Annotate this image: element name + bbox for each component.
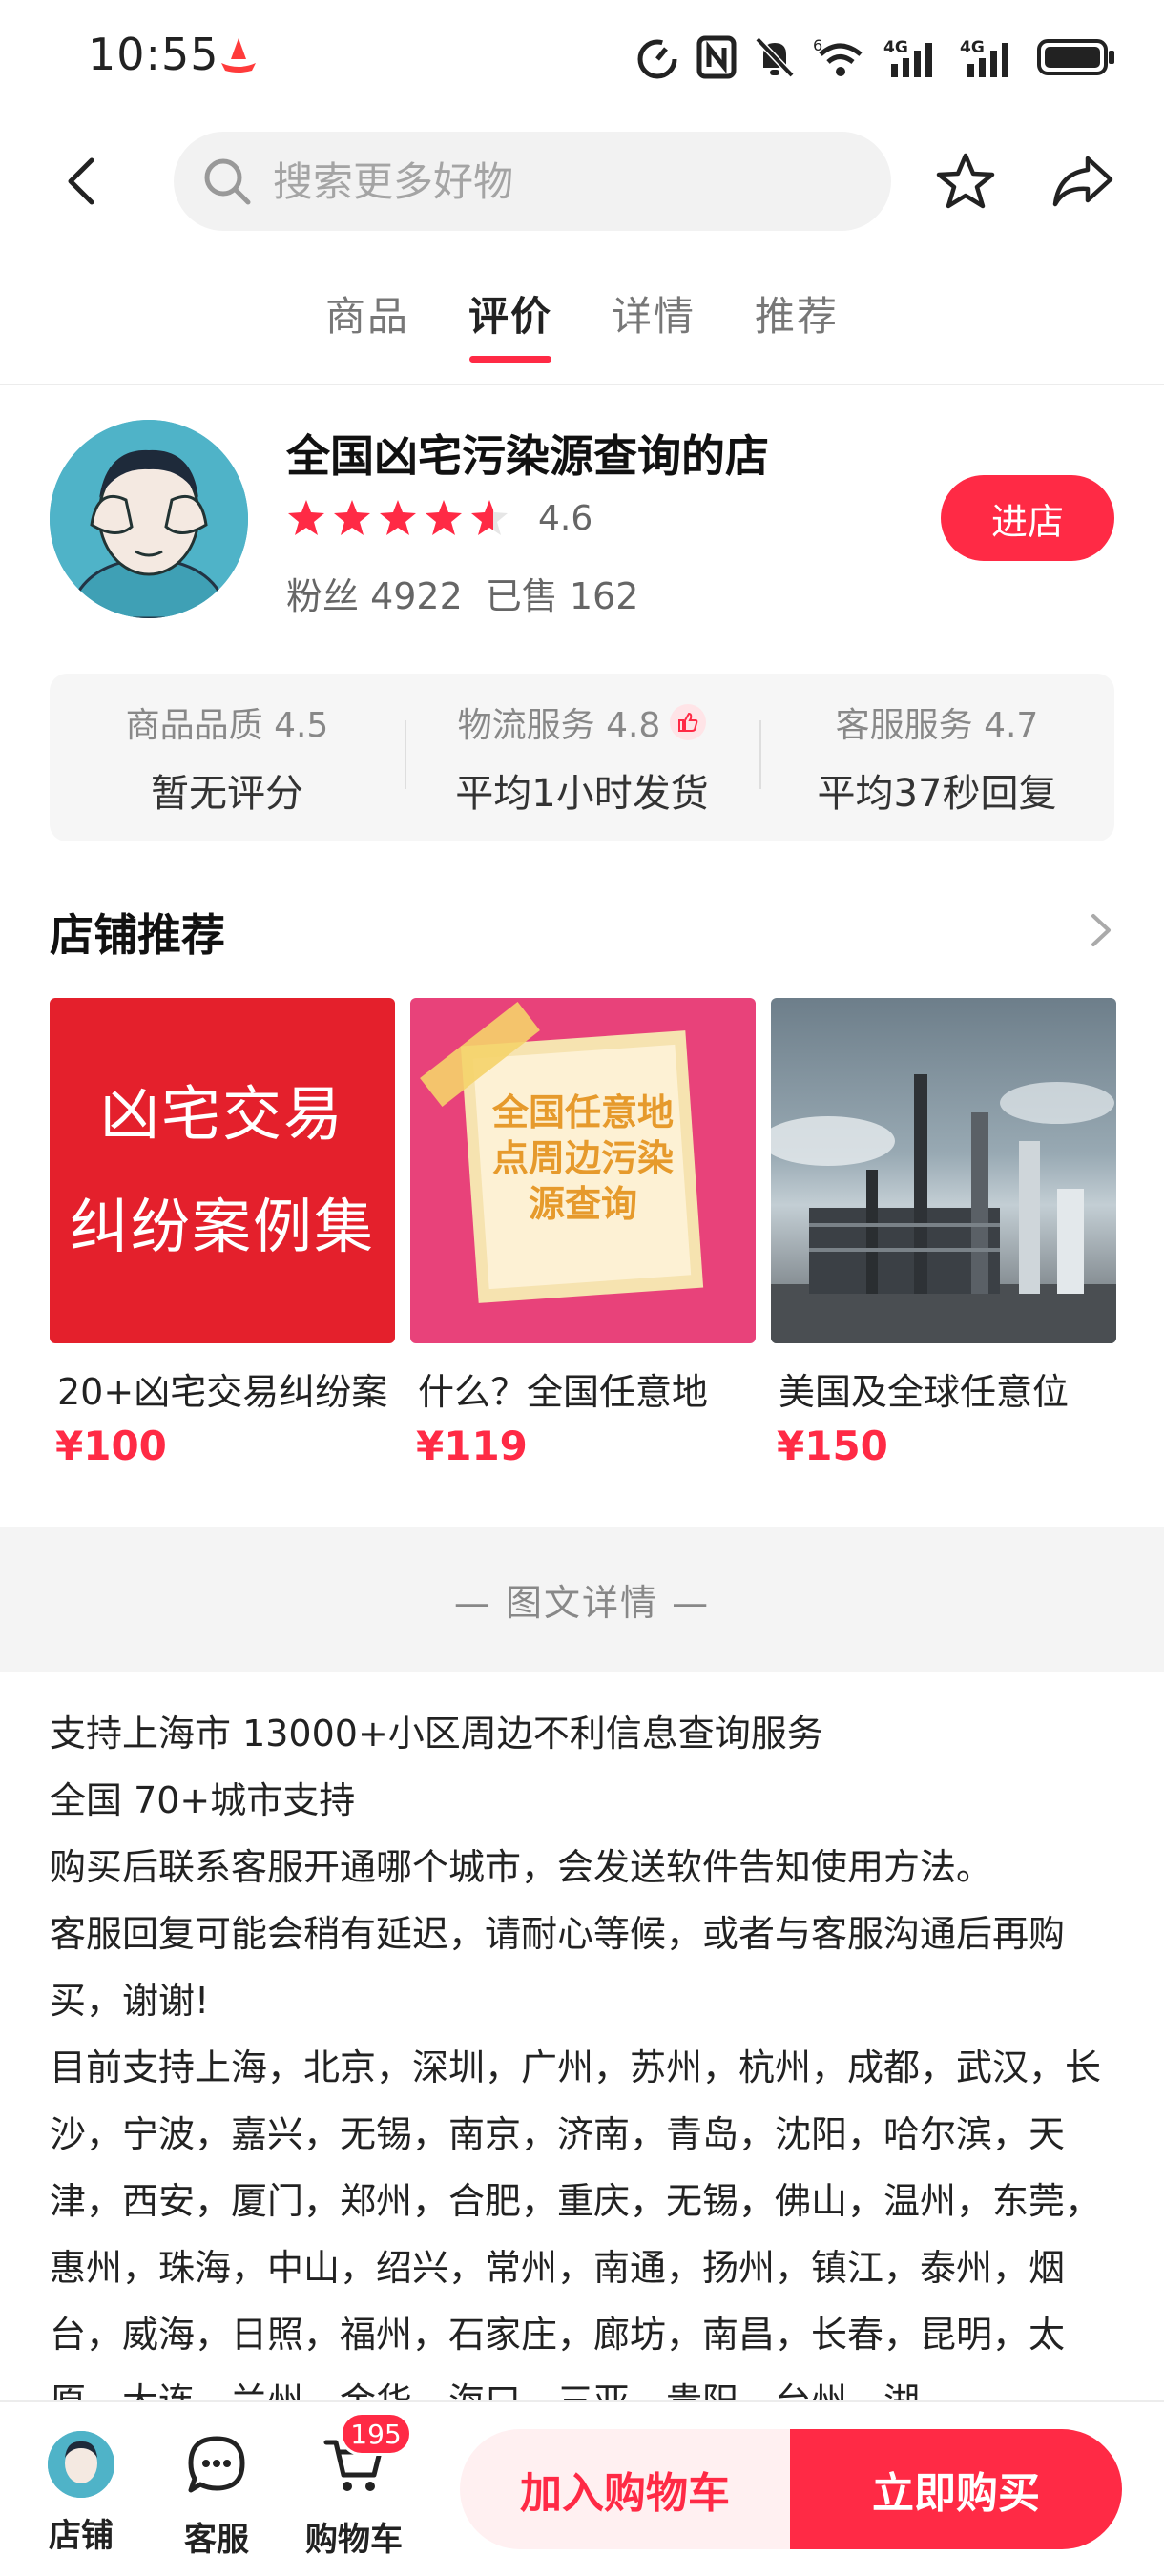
shop-stats: 粉丝 4922 已售 162: [286, 567, 638, 619]
nav-cart[interactable]: 195 购物车: [301, 2412, 412, 2560]
star-icon[interactable]: [935, 151, 996, 212]
score-quality-label: 商品品质 4.5: [125, 706, 329, 745]
detail-paragraph: 支持上海市 13000+小区周边不利信息查询服务: [50, 1713, 823, 1755]
speedometer-icon: [637, 39, 677, 79]
status-time: 10:55: [88, 29, 219, 80]
score-service-desc: 平均37秒回复: [817, 772, 1057, 816]
score-logistics-desc: 平均1小时发货: [455, 772, 709, 816]
recommend-item-2[interactable]: 全国任意地 点周边污染 源查询 什么？全国任意地 ¥119: [410, 998, 756, 1469]
product-name: 20+凶宅交易纠纷案: [57, 1371, 388, 1413]
shop-avatar-icon: [48, 2431, 114, 2498]
bottom-action-bar: 店铺 客服 195 购物车 加入购物车 立即购买: [0, 2400, 1164, 2576]
signal-label-2: 4G: [960, 38, 985, 57]
cell-signal-icon-2: 4G: [960, 38, 1008, 77]
recommend-item-3[interactable]: 美国及全球任意位 ¥150: [771, 998, 1116, 1469]
score-service-label: 客服服务 4.7: [835, 706, 1039, 745]
status-icons: 6 4G 4G: [635, 31, 1116, 84]
tabs-divider: [0, 384, 1164, 385]
detail-paragraph: 客服回复可能会稍有延迟，请耐心等候，或者与客服沟通后再购买，谢谢!: [50, 1913, 1066, 2022]
avatar-illustration: [50, 420, 248, 618]
battery-icon: [1037, 39, 1114, 75]
tab-recommend[interactable]: 推荐: [755, 277, 839, 384]
cart-count-badge: 195: [340, 2412, 412, 2456]
chevron-right-icon[interactable]: [1088, 910, 1114, 950]
recommend-item-1[interactable]: 凶宅交易 纠纷案例集 20+凶宅交易纠纷案 ¥100: [50, 998, 395, 1469]
image-text-line: 点周边污染: [491, 1137, 674, 1179]
score-quality-desc: 暂无评分: [151, 772, 303, 816]
wifi-icon: 6: [813, 36, 863, 76]
score-service: 客服服务 4.7 平均37秒回复: [759, 697, 1114, 818]
add-to-cart-button[interactable]: 加入购物车: [460, 2429, 790, 2549]
mute-bell-icon: [755, 36, 795, 78]
image-text-line: 全国任意地: [491, 1091, 674, 1133]
detail-section-header: — 图文详情 —: [0, 1527, 1164, 1672]
product-name: 什么？全国任意地: [418, 1371, 709, 1413]
image-text-line: 纠纷案例集: [69, 1192, 375, 1261]
share-icon[interactable]: [1050, 151, 1116, 212]
star-rating-icon: [288, 500, 508, 535]
top-header: [0, 124, 1164, 239]
product-image[interactable]: 全国任意地 点周边污染 源查询: [410, 998, 756, 1343]
signal-label-1: 4G: [883, 38, 908, 57]
chat-bubble-icon: [188, 2436, 245, 2493]
sold-count: 已售 162: [485, 575, 639, 617]
rating-value: 4.6: [538, 498, 593, 538]
shop-scores-panel: 商品品质 4.5 暂无评分 物流服务 4.8 平均1小时发货 客服服务 4.7 …: [50, 674, 1114, 841]
score-logistics-label: 物流服务 4.8: [457, 706, 661, 745]
detail-paragraph: 购买后联系客服开通哪个城市，会发送软件告知使用方法。: [50, 1846, 993, 1888]
search-input[interactable]: [273, 157, 769, 205]
cell-signal-icon: 4G: [883, 38, 932, 77]
search-icon: [204, 158, 251, 205]
score-quality: 商品品质 4.5 暂无评分: [50, 697, 405, 818]
refinery-photo: [771, 1074, 1116, 1343]
tab-details[interactable]: 详情: [612, 277, 696, 384]
product-price: ¥100: [55, 1423, 167, 1469]
tab-reviews[interactable]: 评价: [468, 277, 552, 384]
detail-body: 支持上海市 13000+小区周边不利信息查询服务 全国 70+城市支持 购买后联…: [50, 1700, 1118, 2406]
image-text-line: 凶宅交易: [99, 1079, 344, 1149]
detail-section-title: — 图文详情 —: [453, 1581, 711, 1624]
image-text-line: 源查询: [528, 1183, 637, 1225]
shop-rating: 4.6: [286, 496, 592, 540]
detail-paragraph: 目前支持上海，北京，深圳，广州，苏州，杭州，成都，武汉，长沙，宁波，嘉兴，无锡，…: [50, 2046, 1102, 2406]
nav-customer-service[interactable]: 客服: [164, 2431, 269, 2560]
product-name: 美国及全球任意位: [779, 1371, 1070, 1413]
buy-now-button[interactable]: 立即购买: [790, 2429, 1122, 2549]
nav-shop[interactable]: 店铺: [29, 2431, 134, 2556]
recommend-title: 店铺推荐: [50, 909, 225, 961]
product-image[interactable]: 凶宅交易 纠纷案例集: [50, 998, 395, 1343]
app-notification-icon: [221, 38, 256, 73]
search-bar[interactable]: [174, 132, 891, 231]
detail-paragraph: 全国 70+城市支持: [50, 1779, 356, 1821]
product-price: ¥119: [416, 1423, 528, 1469]
nav-cart-label: 购物车: [305, 2521, 403, 2559]
recommend-list: 凶宅交易 纠纷案例集 20+凶宅交易纠纷案 ¥100 全国任意地 点周边污染 源…: [50, 998, 1116, 1469]
thumbs-up-icon: [670, 704, 707, 740]
shop-name[interactable]: 全国凶宅污染源查询的店: [286, 422, 769, 485]
back-arrow-icon[interactable]: [55, 151, 113, 212]
nfc-icon: [696, 35, 737, 79]
page-tabs: 商品 评价 详情 推荐: [0, 277, 1164, 384]
product-price: ¥150: [777, 1423, 888, 1469]
shop-avatar[interactable]: [50, 420, 248, 618]
fans-count: 粉丝 4922: [286, 575, 463, 617]
nav-service-label: 客服: [184, 2521, 249, 2559]
product-image[interactable]: [771, 998, 1116, 1343]
nav-shop-label: 店铺: [49, 2517, 114, 2555]
enter-shop-button[interactable]: 进店: [941, 475, 1114, 561]
score-logistics: 物流服务 4.8 平均1小时发货: [405, 697, 759, 818]
tab-products[interactable]: 商品: [325, 277, 409, 384]
status-bar: 10:55 6 4G 4G: [0, 0, 1164, 114]
